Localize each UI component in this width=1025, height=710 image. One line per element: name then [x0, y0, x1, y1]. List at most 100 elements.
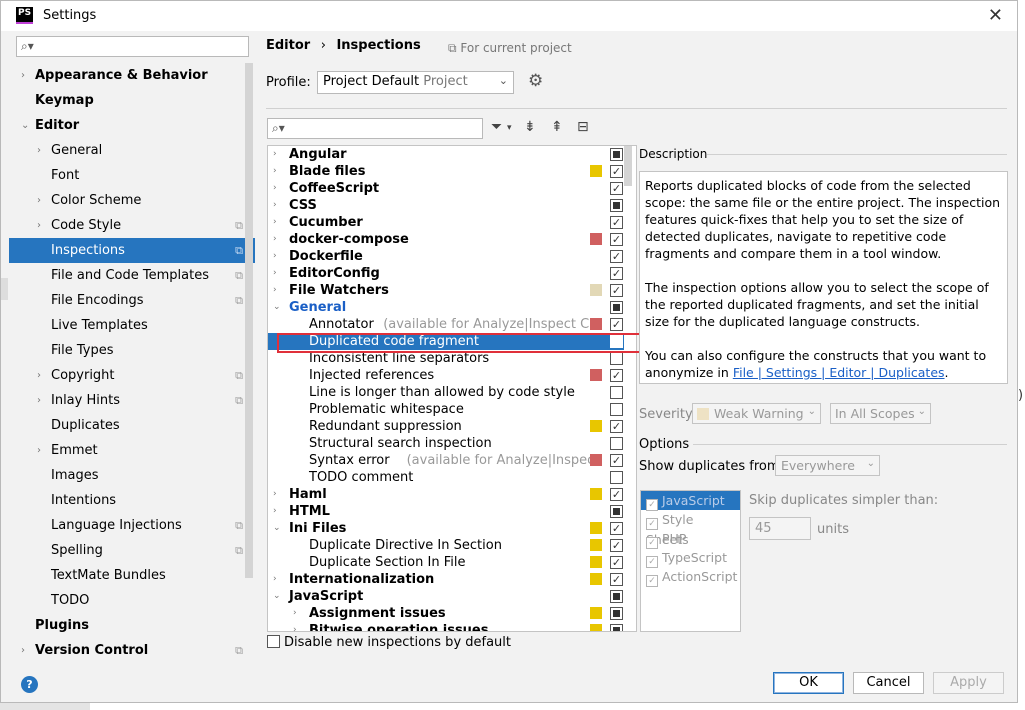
sidebar-item[interactable]: › Version Control ⧉: [9, 638, 255, 663]
chevron-right-icon[interactable]: ›: [273, 214, 277, 231]
language-item[interactable]: ✓ PHP: [641, 529, 740, 549]
sidebar-item[interactable]: › Emmet: [9, 438, 255, 463]
chevron-right-icon[interactable]: ›: [273, 503, 277, 520]
chevron-right-icon[interactable]: ›: [273, 486, 277, 503]
inspection-row[interactable]: › CSS: [268, 197, 624, 214]
inspection-row[interactable]: › EditorConfig ✓: [268, 265, 624, 282]
expand-all-icon[interactable]: ⇟: [524, 119, 536, 135]
sidebar-item[interactable]: › General: [9, 138, 255, 163]
chevron-right-icon[interactable]: ›: [37, 213, 41, 238]
inspection-row[interactable]: ⌄ JavaScript: [268, 588, 624, 605]
sidebar-item[interactable]: › Color Scheme: [9, 188, 255, 213]
inspection-checkbox[interactable]: ✓: [610, 267, 623, 280]
chevron-right-icon[interactable]: ›: [273, 146, 277, 163]
filter-icon[interactable]: ⏷: [491, 119, 502, 135]
cancel-button[interactable]: Cancel: [853, 672, 924, 694]
sidebar-item[interactable]: Intentions: [9, 488, 255, 513]
inspection-checkbox[interactable]: [610, 471, 623, 484]
inspection-checkbox[interactable]: [610, 352, 623, 365]
inspection-checkbox[interactable]: ✓: [610, 573, 623, 586]
inspection-row[interactable]: › Angular: [268, 146, 624, 163]
sidebar-item[interactable]: Plugins: [9, 613, 255, 638]
chevron-right-icon[interactable]: ›: [273, 248, 277, 265]
inspection-row[interactable]: › Cucumber ✓: [268, 214, 624, 231]
apply-button[interactable]: Apply: [933, 672, 1004, 694]
sidebar-scrollbar[interactable]: [245, 63, 253, 578]
filter-dropdown-icon[interactable]: ▾: [507, 123, 512, 133]
chevron-right-icon[interactable]: ›: [293, 622, 297, 631]
chevron-down-icon[interactable]: ⌄: [273, 588, 281, 605]
profile-select[interactable]: Project Default Project ⌄: [317, 71, 514, 94]
inspection-row[interactable]: Injected references ✓: [268, 367, 624, 384]
sidebar-item[interactable]: Live Templates: [9, 313, 255, 338]
chevron-down-icon[interactable]: ⌄: [273, 520, 281, 537]
inspection-checkbox[interactable]: ✓: [610, 420, 623, 433]
inspection-row[interactable]: Duplicate Section In File ✓: [268, 554, 624, 571]
inspection-row[interactable]: › docker-compose ✓: [268, 231, 624, 248]
sidebar-item[interactable]: File Types: [9, 338, 255, 363]
sidebar-item[interactable]: TODO: [9, 588, 255, 613]
chevron-right-icon[interactable]: ›: [273, 265, 277, 282]
inspection-search-input[interactable]: ⌕▾: [267, 118, 483, 139]
inspection-row[interactable]: › Haml ✓: [268, 486, 624, 503]
sidebar-item[interactable]: Spelling ⧉: [9, 538, 255, 563]
sidebar-item[interactable]: Inspections ⧉: [9, 238, 255, 263]
inspection-row[interactable]: › HTML: [268, 503, 624, 520]
inspection-checkbox[interactable]: ✓: [610, 318, 623, 331]
inspection-checkbox[interactable]: ✓: [610, 284, 623, 297]
reset-icon[interactable]: ⊟: [577, 119, 589, 135]
inspection-checkbox[interactable]: [610, 403, 623, 416]
close-icon[interactable]: ✕: [988, 5, 1003, 26]
inspection-checkbox[interactable]: ✓: [610, 216, 623, 229]
inspection-checkbox[interactable]: ✓: [610, 165, 623, 178]
language-item[interactable]: ✓ TypeScript: [641, 548, 740, 568]
language-checkbox[interactable]: ✓: [646, 575, 658, 587]
sidebar-item[interactable]: Images: [9, 463, 255, 488]
chevron-right-icon[interactable]: ›: [37, 138, 41, 163]
language-item[interactable]: ✓ Style Sheets: [641, 510, 740, 547]
inspection-row[interactable]: Annotator (available for Analyze|Inspect …: [268, 316, 624, 333]
inspection-checkbox[interactable]: [610, 505, 623, 518]
inspection-checkbox[interactable]: ✓: [610, 182, 623, 195]
inspection-checkbox[interactable]: ✓: [610, 522, 623, 535]
scope-select[interactable]: In All Scopes ⌄: [830, 403, 931, 424]
chevron-right-icon[interactable]: ›: [273, 282, 277, 299]
gear-icon[interactable]: ⚙: [528, 71, 543, 91]
chevron-down-icon[interactable]: ⌄: [21, 113, 29, 138]
inspections-scrollbar[interactable]: [624, 146, 632, 186]
sidebar-item[interactable]: › Appearance & Behavior: [9, 63, 255, 88]
inspection-checkbox[interactable]: [610, 301, 623, 314]
ok-button[interactable]: OK: [773, 672, 844, 694]
sidebar-item[interactable]: TextMate Bundles: [9, 563, 255, 588]
inspection-checkbox[interactable]: [610, 199, 623, 212]
sidebar-item[interactable]: ⌄ Editor: [9, 113, 255, 138]
inspection-checkbox[interactable]: ✓: [610, 369, 623, 382]
show-duplicates-select[interactable]: Everywhere ⌄: [775, 455, 880, 476]
inspection-row[interactable]: › Bitwise operation issues: [268, 622, 624, 631]
inspection-checkbox[interactable]: [610, 437, 623, 450]
sidebar-item[interactable]: Keymap: [9, 88, 255, 113]
chevron-right-icon[interactable]: ›: [37, 188, 41, 213]
sidebar-item[interactable]: Font: [9, 163, 255, 188]
chevron-right-icon[interactable]: ›: [293, 605, 297, 622]
language-item[interactable]: ✓ JavaScript: [641, 491, 740, 511]
inspection-checkbox[interactable]: [610, 148, 623, 161]
inspection-row[interactable]: › Dockerfile ✓: [268, 248, 624, 265]
inspection-row[interactable]: Problematic whitespace: [268, 401, 624, 418]
inspection-row[interactable]: › Blade files ✓: [268, 163, 624, 180]
inspection-row[interactable]: Redundant suppression ✓: [268, 418, 624, 435]
chevron-right-icon[interactable]: ›: [273, 571, 277, 588]
sidebar-item[interactable]: Duplicates: [9, 413, 255, 438]
inspection-checkbox[interactable]: [610, 386, 623, 399]
inspection-row[interactable]: › Internationalization ✓: [268, 571, 624, 588]
inspection-row[interactable]: ⌄ General: [268, 299, 624, 316]
chevron-right-icon[interactable]: ›: [37, 438, 41, 463]
settings-search-input[interactable]: ⌕▾: [16, 36, 249, 57]
chevron-right-icon[interactable]: ›: [273, 180, 277, 197]
inspection-checkbox[interactable]: ✓: [610, 488, 623, 501]
chevron-down-icon[interactable]: ⌄: [273, 299, 281, 316]
sidebar-item[interactable]: File and Code Templates ⧉: [9, 263, 255, 288]
sidebar-item[interactable]: › Code Style ⧉: [9, 213, 255, 238]
inspection-checkbox[interactable]: ✓: [610, 233, 623, 246]
sidebar-item[interactable]: › Inlay Hints ⧉: [9, 388, 255, 413]
